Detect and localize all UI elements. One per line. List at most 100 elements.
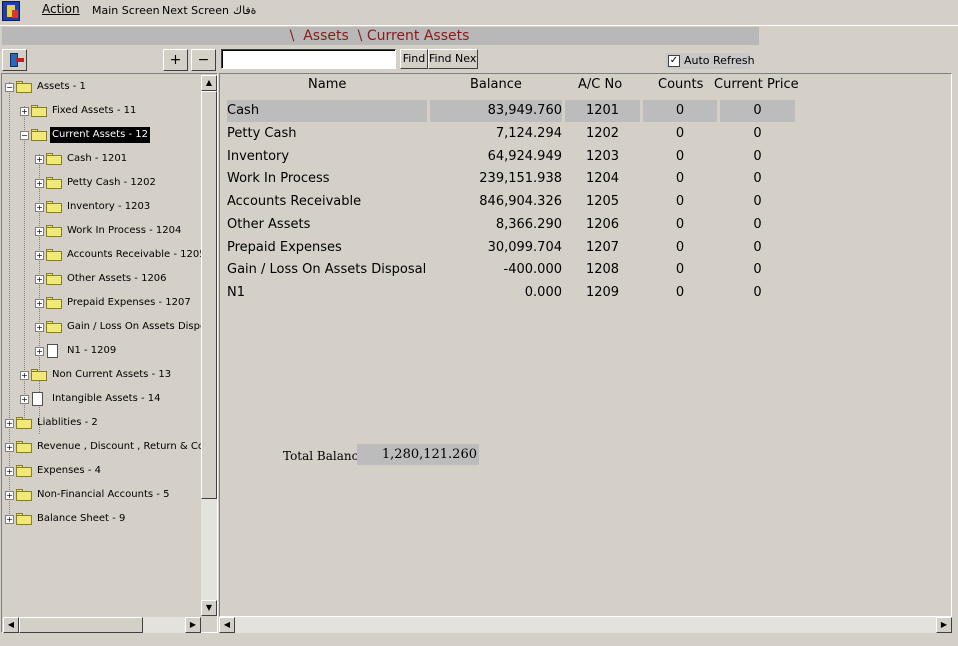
cell-ac-no[interactable]: 1204 [565,168,640,190]
tree-scroll-thumb[interactable] [201,91,217,499]
cell-balance[interactable]: 846,904.326 [430,191,562,213]
expand-node-icon[interactable]: + [35,203,44,212]
cell-counts[interactable]: 0 [643,191,717,213]
cell-name[interactable]: Cash [227,100,427,122]
auto-refresh-label: Auto Refresh [684,54,755,67]
cell-price[interactable]: 0 [720,100,795,122]
cell-name[interactable]: Work In Process [227,168,427,190]
scroll-right-icon[interactable]: ▶ [936,617,952,633]
expand-node-icon[interactable]: + [35,227,44,236]
collapse-icon: − [197,52,210,68]
expand-node-icon[interactable]: + [35,299,44,308]
find-button[interactable]: Find [400,49,428,69]
cell-price[interactable]: 0 [720,237,795,259]
find-next-button[interactable]: Find Next [428,49,478,69]
tree-vertical-scrollbar[interactable]: ▲ ▼ [201,75,217,616]
cell-counts[interactable]: 0 [643,100,717,122]
account-tree: − Assets - 1 + Fixed Assets - 11 − Current As… [1,73,218,633]
cell-balance[interactable]: 239,151.938 [430,168,562,190]
cell-ac-no[interactable]: 1206 [565,214,640,236]
cell-balance[interactable]: -400.000 [430,259,562,281]
folder-icon [46,297,62,309]
cell-balance[interactable]: 8,366.290 [430,214,562,236]
auto-refresh-checkbox[interactable]: ✓ [668,55,680,67]
cell-ac-no[interactable]: 1201 [565,100,640,122]
expand-node-icon[interactable]: + [20,371,29,380]
menu-extra[interactable]: ةفاك [233,4,256,17]
cell-ac-no[interactable]: 1209 [565,282,640,304]
cell-price[interactable]: 0 [720,214,795,236]
scroll-left-icon[interactable]: ◀ [219,617,235,633]
collapse-all-button[interactable]: − [191,49,216,71]
tree-horizontal-scrollbar[interactable]: ◀ ▶ [3,617,201,633]
scroll-right-icon[interactable]: ▶ [185,617,201,633]
collapse-node-icon[interactable]: − [20,131,29,140]
header-current-price[interactable]: Current Price [714,77,799,92]
tree-node-label: Inventory - 1203 [67,201,151,212]
cell-ac-no[interactable]: 1203 [565,146,640,168]
cell-balance[interactable]: 30,099.704 [430,237,562,259]
folder-icon [46,225,62,237]
cell-counts[interactable]: 0 [643,146,717,168]
cell-price[interactable]: 0 [720,146,795,168]
collapse-node-icon[interactable]: − [5,83,14,92]
cell-ac-no[interactable]: 1208 [565,259,640,281]
tree-hscroll-thumb[interactable] [19,617,143,633]
menu-main-screen[interactable]: Main Screen [92,4,160,17]
cell-balance[interactable]: 64,924.949 [430,146,562,168]
expand-node-icon[interactable]: + [5,491,14,500]
cell-name[interactable]: N1 [227,282,427,304]
expand-node-icon[interactable]: + [5,419,14,428]
header-counts[interactable]: Counts [658,77,703,92]
cell-counts[interactable]: 0 [643,168,717,190]
header-ac-no[interactable]: A/C No [578,77,622,92]
cell-name[interactable]: Inventory [227,146,427,168]
cell-name[interactable]: Other Assets [227,214,427,236]
tree-node-label: Non-Financial Accounts - 5 [37,489,170,500]
expand-node-icon[interactable]: + [35,179,44,188]
cell-counts[interactable]: 0 [643,237,717,259]
expand-node-icon[interactable]: + [35,251,44,260]
menu-action[interactable]: Action [42,2,80,16]
cell-counts[interactable]: 0 [643,123,717,145]
expand-node-icon[interactable]: + [5,515,14,524]
cell-name[interactable]: Gain / Loss On Assets Disposal [227,259,427,281]
cell-balance[interactable]: 83,949.760 [430,100,562,122]
cell-price[interactable]: 0 [720,191,795,213]
cell-price[interactable]: 0 [720,168,795,190]
search-input[interactable] [221,49,396,69]
cell-balance[interactable]: 0.000 [430,282,562,304]
grid-horizontal-scrollbar[interactable]: ◀ ▶ [219,617,952,633]
expand-node-icon[interactable]: + [20,395,29,404]
app-logo-icon[interactable] [2,1,20,21]
scroll-left-icon[interactable]: ◀ [3,617,19,633]
cell-counts[interactable]: 0 [643,259,717,281]
cell-name[interactable]: Petty Cash [227,123,427,145]
exit-button[interactable] [2,49,27,71]
cell-ac-no[interactable]: 1202 [565,123,640,145]
scroll-down-icon[interactable]: ▼ [201,600,217,616]
expand-all-button[interactable]: + [163,49,188,71]
cell-balance[interactable]: 7,124.294 [430,123,562,145]
expand-node-icon[interactable]: + [35,347,44,356]
cell-price[interactable]: 0 [720,282,795,304]
cell-ac-no[interactable]: 1207 [565,237,640,259]
expand-node-icon[interactable]: + [5,443,14,452]
cell-counts[interactable]: 0 [643,214,717,236]
cell-price[interactable]: 0 [720,259,795,281]
header-name[interactable]: Name [308,77,346,92]
expand-node-icon[interactable]: + [20,107,29,116]
cell-counts[interactable]: 0 [643,282,717,304]
cell-ac-no[interactable]: 1205 [565,191,640,213]
expand-node-icon[interactable]: + [35,323,44,332]
expand-node-icon[interactable]: + [35,275,44,284]
header-balance[interactable]: Balance [470,77,522,92]
cell-name[interactable]: Prepaid Expenses [227,237,427,259]
cell-price[interactable]: 0 [720,123,795,145]
tree-node-label: Revenue , Discount , Return & Co [37,441,204,452]
cell-name[interactable]: Accounts Receivable [227,191,427,213]
expand-node-icon[interactable]: + [5,467,14,476]
menu-next-screen[interactable]: Next Screen [162,4,229,17]
expand-node-icon[interactable]: + [35,155,44,164]
scroll-up-icon[interactable]: ▲ [201,75,217,91]
